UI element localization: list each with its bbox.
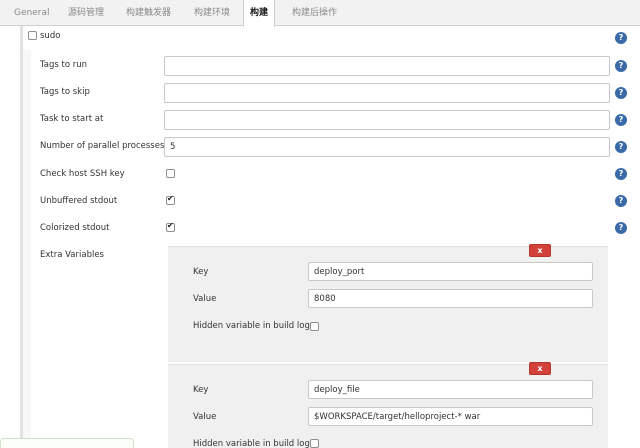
colorized-stdout-checkbox[interactable] — [166, 221, 175, 232]
hidden-variable-label: Hidden variable in build log — [193, 439, 310, 448]
help-icon[interactable]: ? — [615, 168, 627, 180]
task-to-start-at-label: Task to start at — [40, 114, 104, 124]
delete-variable-button[interactable]: x — [529, 362, 551, 375]
tags-to-run-label: Tags to run — [40, 60, 88, 70]
variable-value-input[interactable] — [308, 289, 593, 308]
tab-build-triggers[interactable]: 构建触发器 — [120, 0, 177, 26]
colorized-stdout-label: Colorized stdout — [40, 223, 110, 233]
check-host-ssh-key-label: Check host SSH key — [40, 169, 125, 179]
help-icon[interactable]: ? — [615, 222, 627, 234]
tab-post-build-actions[interactable]: 构建后操作 — [286, 0, 343, 26]
parallel-processes-label: Number of parallel processes — [40, 141, 165, 151]
variable-value-label: Value — [193, 412, 217, 422]
partial-popup-edge — [0, 438, 134, 448]
hidden-variable-label: Hidden variable in build log — [193, 321, 310, 331]
tags-to-skip-input[interactable] — [164, 83, 610, 103]
check-host-ssh-key-checkbox[interactable] — [166, 169, 175, 178]
variable-value-input[interactable] — [308, 407, 593, 426]
extra-variable-block: x Key Value Hidden variable in build log — [168, 244, 608, 362]
delete-variable-button[interactable]: x — [529, 244, 551, 257]
help-icon[interactable]: ? — [615, 114, 627, 126]
tab-general[interactable]: General — [8, 0, 55, 26]
help-icon[interactable]: ? — [615, 87, 627, 99]
tags-to-skip-label: Tags to skip — [40, 87, 90, 97]
extra-variable-block: x Key Value Hidden variable in build log — [168, 362, 608, 448]
tab-build[interactable]: 构建 — [243, 0, 276, 27]
variable-key-input[interactable] — [308, 380, 593, 399]
help-icon[interactable]: ? — [615, 60, 627, 72]
hidden-variable-checkbox[interactable] — [310, 322, 319, 331]
variable-value-label: Value — [193, 294, 217, 304]
task-to-start-at-input[interactable] — [164, 110, 610, 130]
unbuffered-stdout-label: Unbuffered stdout — [40, 196, 118, 206]
extra-variables-label: Extra Variables — [40, 250, 104, 260]
help-icon[interactable]: ? — [615, 141, 627, 153]
hidden-variable-checkbox[interactable] — [310, 439, 319, 448]
tags-to-run-input[interactable] — [164, 56, 610, 76]
help-icon[interactable]: ? — [615, 32, 627, 44]
sudo-checkbox[interactable] — [28, 31, 37, 40]
tab-source-code-management[interactable]: 源码管理 — [62, 0, 110, 26]
parallel-processes-input[interactable] — [164, 137, 610, 157]
variable-key-label: Key — [193, 385, 209, 395]
variable-key-input[interactable] — [308, 262, 593, 281]
section-indent-shade — [23, 50, 31, 448]
unbuffered-stdout-checkbox[interactable] — [166, 194, 175, 205]
tab-build-environment[interactable]: 构建环境 — [188, 0, 236, 26]
config-tab-bar: General 源码管理 构建触发器 构建环境 构建 构建后操作 — [0, 0, 640, 27]
help-icon[interactable]: ? — [615, 195, 627, 207]
variable-key-label: Key — [193, 267, 209, 277]
sudo-label: sudo — [40, 31, 61, 41]
